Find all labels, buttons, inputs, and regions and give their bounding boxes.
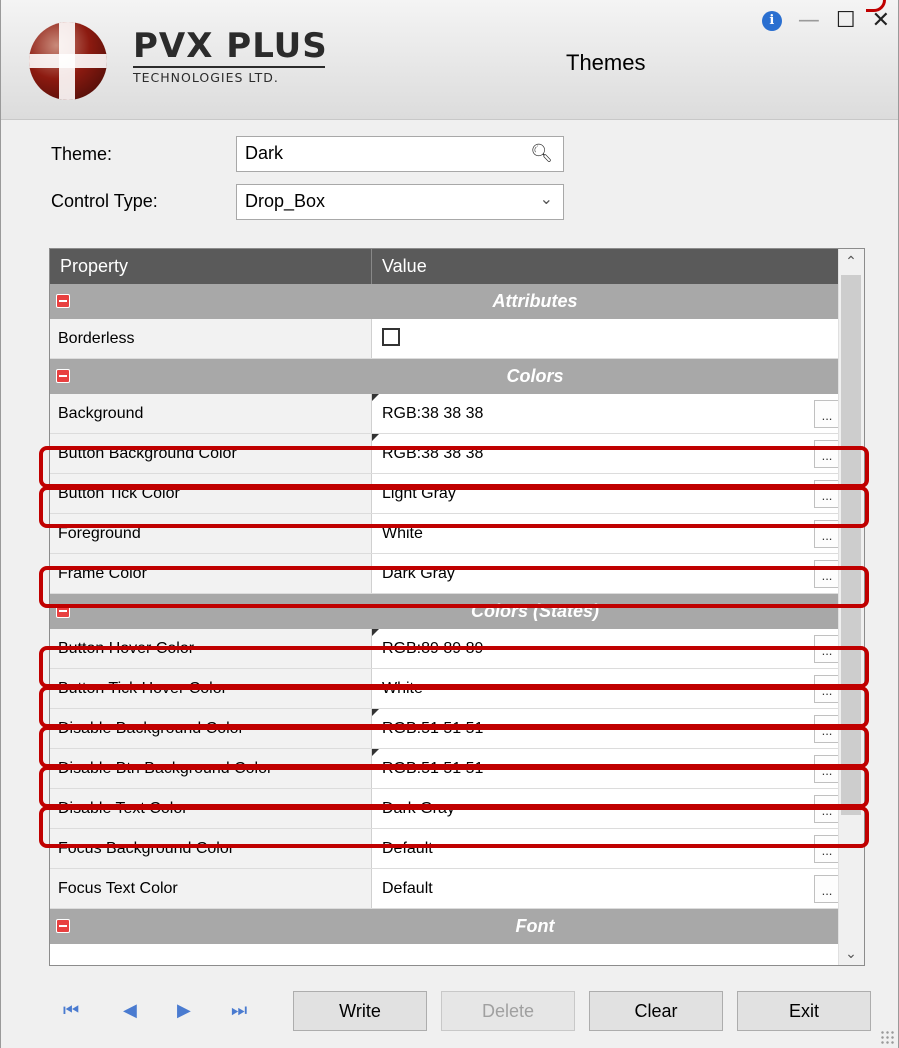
grid-body: Property Value Attributes Borderless Col… <box>50 249 840 944</box>
ellipsis-button[interactable]: ... <box>814 835 840 863</box>
property-name: Background <box>50 394 372 433</box>
ellipsis-button[interactable]: ... <box>814 520 840 548</box>
section-header[interactable]: Font <box>50 909 840 944</box>
property-value[interactable]: RGB:51 51 51... <box>372 749 840 788</box>
ellipsis-button[interactable]: ... <box>814 635 840 663</box>
window-controls: i — ☐ ✕ <box>761 10 890 32</box>
info-icon[interactable]: i <box>761 11 782 31</box>
collapse-icon[interactable] <box>56 604 70 618</box>
property-value[interactable]: RGB:38 38 38... <box>372 434 840 473</box>
section-header[interactable]: Colors <box>50 359 840 394</box>
property-value[interactable] <box>372 319 840 358</box>
scroll-up-icon[interactable]: ⌃ <box>839 249 863 273</box>
ellipsis-button[interactable]: ... <box>814 480 840 508</box>
property-name: Button Tick Color <box>50 474 372 513</box>
title-bar: PVX PLUS TECHNOLOGIES LTD. Themes i — ☐ … <box>1 0 898 120</box>
theme-value: Dark <box>245 143 284 163</box>
column-header-value[interactable]: Value <box>372 249 437 284</box>
property-name: Button Tick Hover Color <box>50 669 372 708</box>
ellipsis-button[interactable]: ... <box>814 715 840 743</box>
table-row[interactable]: Focus Text Color Default... <box>50 869 840 909</box>
ellipsis-button[interactable]: ... <box>814 440 840 468</box>
resize-grip-icon[interactable] <box>880 1030 894 1044</box>
column-header-property[interactable]: Property <box>50 249 372 284</box>
table-row[interactable]: Disable Background Color RGB:51 51 51... <box>50 709 840 749</box>
theme-field[interactable]: Dark 🔍︎ <box>236 136 564 172</box>
table-row[interactable]: Button Hover Color RGB:89 89 89... <box>50 629 840 669</box>
property-value[interactable]: RGB:51 51 51... <box>372 709 840 748</box>
property-value[interactable]: Default... <box>372 829 840 868</box>
table-row[interactable]: Disable Btn Background Color RGB:51 51 5… <box>50 749 840 789</box>
table-row[interactable]: Background RGB:38 38 38... <box>50 394 840 434</box>
maximize-button[interactable]: ☐ <box>836 10 856 32</box>
ellipsis-button[interactable]: ... <box>814 795 840 823</box>
table-row[interactable]: Borderless <box>50 319 840 359</box>
theme-label: Theme: <box>51 144 113 164</box>
minimize-button[interactable]: — <box>798 10 820 32</box>
table-row[interactable]: Button Tick Color Light Gray... <box>50 474 840 514</box>
clear-button[interactable]: Clear <box>589 991 723 1031</box>
chevron-down-icon[interactable]: ⌄ <box>540 189 553 209</box>
collapse-icon[interactable] <box>56 369 70 383</box>
section-header[interactable]: Attributes <box>50 284 840 319</box>
last-record-icon[interactable]: ⏭ <box>231 1000 247 1021</box>
write-button[interactable]: Write <box>293 991 427 1031</box>
vertical-scrollbar[interactable]: ⌃ ⌄ <box>838 249 864 965</box>
table-row[interactable]: Disable Text Color Dark Gray... <box>50 789 840 829</box>
binoculars-icon[interactable]: 🔍︎ <box>530 143 553 164</box>
next-record-icon[interactable]: ▶ <box>177 1000 191 1021</box>
grid-header: Property Value <box>50 249 840 284</box>
ellipsis-button[interactable]: ... <box>814 675 840 703</box>
control-type-select[interactable]: Drop_Box ⌄ <box>236 184 564 220</box>
borderless-checkbox[interactable] <box>382 328 400 347</box>
property-name: Foreground <box>50 514 372 553</box>
property-name: Disable Text Color <box>50 789 372 828</box>
property-value[interactable]: Light Gray... <box>372 474 840 513</box>
first-record-icon[interactable]: ⏮ <box>63 1000 79 1021</box>
property-value[interactable]: RGB:38 38 38... <box>372 394 840 433</box>
ellipsis-button[interactable]: ... <box>814 755 840 783</box>
property-name: Button Hover Color <box>50 629 372 668</box>
property-name: Button Background Color <box>50 434 372 473</box>
control-type-label: Control Type: <box>51 191 158 211</box>
property-value[interactable]: Dark Gray... <box>372 789 840 828</box>
property-name: Frame Color <box>50 554 372 593</box>
control-type-value: Drop_Box <box>245 191 326 211</box>
table-row[interactable]: Button Background Color RGB:38 38 38... <box>50 434 840 474</box>
scroll-down-icon[interactable]: ⌄ <box>839 941 863 965</box>
property-name: Disable Background Color <box>50 709 372 748</box>
collapse-icon[interactable] <box>56 919 70 933</box>
ellipsis-button[interactable]: ... <box>814 400 840 428</box>
logo-sub-text: TECHNOLOGIES LTD. <box>133 66 325 85</box>
property-value[interactable]: RGB:89 89 89... <box>372 629 840 668</box>
logo-main-text: PVX PLUS <box>133 26 328 66</box>
exit-button[interactable]: Exit <box>737 991 871 1031</box>
ellipsis-button[interactable]: ... <box>814 875 840 903</box>
window-title: Themes <box>566 50 646 75</box>
table-row[interactable]: Button Tick Hover Color White... <box>50 669 840 709</box>
prev-record-icon[interactable]: ◀ <box>123 1000 137 1021</box>
delete-button[interactable]: Delete <box>441 991 575 1031</box>
table-row[interactable]: Foreground White... <box>50 514 840 554</box>
property-value[interactable]: Dark Gray... <box>372 554 840 593</box>
property-name: Disable Btn Background Color <box>50 749 372 788</box>
property-name: Focus Background Color <box>50 829 372 868</box>
property-name: Focus Text Color <box>50 869 372 908</box>
collapse-icon[interactable] <box>56 294 70 308</box>
themes-window: PVX PLUS TECHNOLOGIES LTD. Themes i — ☐ … <box>0 0 899 1048</box>
section-header[interactable]: Colors (States) <box>50 594 840 629</box>
pvx-logo-icon <box>29 22 107 100</box>
scroll-thumb[interactable] <box>841 275 861 815</box>
property-value[interactable]: Default... <box>372 869 840 908</box>
close-button[interactable]: ✕ <box>872 10 890 32</box>
property-name: Borderless <box>50 319 372 358</box>
table-row[interactable]: Focus Background Color Default... <box>50 829 840 869</box>
ellipsis-button[interactable]: ... <box>814 560 840 588</box>
table-row[interactable]: Frame Color Dark Gray... <box>50 554 840 594</box>
properties-grid[interactable]: Property Value Attributes Borderless Col… <box>49 248 865 966</box>
property-value[interactable]: White... <box>372 514 840 553</box>
pvx-logo: PVX PLUS TECHNOLOGIES LTD. <box>133 28 328 85</box>
property-value[interactable]: White... <box>372 669 840 708</box>
